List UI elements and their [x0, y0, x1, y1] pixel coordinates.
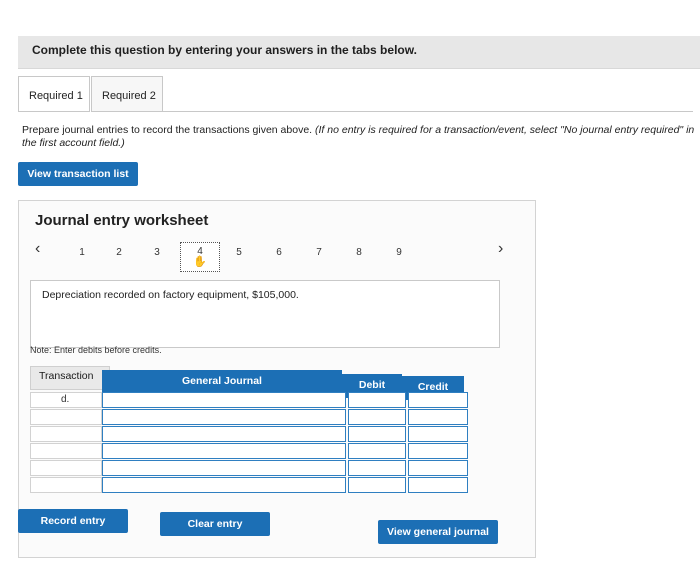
view-transaction-list-button[interactable]: View transaction list	[18, 162, 138, 186]
chevron-right-icon[interactable]: ›	[498, 240, 503, 258]
account-field[interactable]	[102, 477, 346, 493]
worksheet-title: Journal entry worksheet	[35, 212, 209, 229]
account-field[interactable]	[102, 409, 346, 425]
table-row	[30, 409, 468, 425]
debit-field[interactable]	[348, 409, 406, 425]
account-field[interactable]	[102, 392, 346, 408]
tab-required-2[interactable]: Required 2	[91, 76, 163, 112]
instructions: Prepare journal entries to record the tr…	[22, 124, 697, 150]
page-1[interactable]: 1	[75, 247, 89, 258]
debit-field[interactable]	[348, 477, 406, 493]
table-row	[30, 443, 468, 459]
table-row	[30, 477, 468, 493]
page-3[interactable]: 3	[150, 247, 164, 258]
page-5[interactable]: 5	[232, 247, 246, 258]
credit-field[interactable]	[408, 477, 468, 493]
record-entry-button[interactable]: Record entry	[18, 509, 128, 533]
debit-field[interactable]	[348, 426, 406, 442]
debit-field[interactable]	[348, 460, 406, 476]
credit-field[interactable]	[408, 426, 468, 442]
transaction-cell	[30, 477, 102, 493]
table-row	[30, 426, 468, 442]
page-6[interactable]: 6	[272, 247, 286, 258]
instructions-text: Prepare journal entries to record the tr…	[22, 124, 313, 136]
account-field[interactable]	[102, 426, 346, 442]
header-general-journal: General Journal	[102, 370, 342, 394]
account-field[interactable]	[102, 443, 346, 459]
header-transaction: Transaction	[30, 366, 110, 390]
credit-field[interactable]	[408, 392, 468, 408]
transaction-cell	[30, 409, 102, 425]
credit-field[interactable]	[408, 443, 468, 459]
transaction-cell	[30, 443, 102, 459]
credit-field[interactable]	[408, 460, 468, 476]
tab-required-1[interactable]: Required 1	[18, 76, 90, 112]
debit-credit-note: Note: Enter debits before credits.	[30, 345, 162, 355]
transaction-description: Depreciation recorded on factory equipme…	[42, 289, 299, 301]
table-row	[30, 460, 468, 476]
chevron-left-icon[interactable]: ‹	[35, 240, 40, 258]
instruction-banner: Complete this question by entering your …	[18, 36, 700, 69]
transaction-cell	[30, 426, 102, 442]
page-4-active[interactable]: 4 ✋	[180, 242, 220, 272]
page-7[interactable]: 7	[312, 247, 326, 258]
banner-text: Complete this question by entering your …	[32, 43, 417, 57]
page-9[interactable]: 9	[392, 247, 406, 258]
debit-field[interactable]	[348, 443, 406, 459]
page-2[interactable]: 2	[112, 247, 126, 258]
hand-pointer-icon: ✋	[193, 256, 207, 268]
transaction-cell: d.	[30, 392, 102, 408]
page-8[interactable]: 8	[352, 247, 366, 258]
credit-field[interactable]	[408, 409, 468, 425]
account-field[interactable]	[102, 460, 346, 476]
tab-divider	[163, 111, 693, 112]
view-general-journal-button[interactable]: View general journal	[378, 520, 498, 544]
journal-table: Transaction General Journal Debit Credit…	[22, 366, 468, 510]
debit-field[interactable]	[348, 392, 406, 408]
table-row: d.	[30, 392, 468, 408]
transaction-cell	[30, 460, 102, 476]
clear-entry-button[interactable]: Clear entry	[160, 512, 270, 536]
